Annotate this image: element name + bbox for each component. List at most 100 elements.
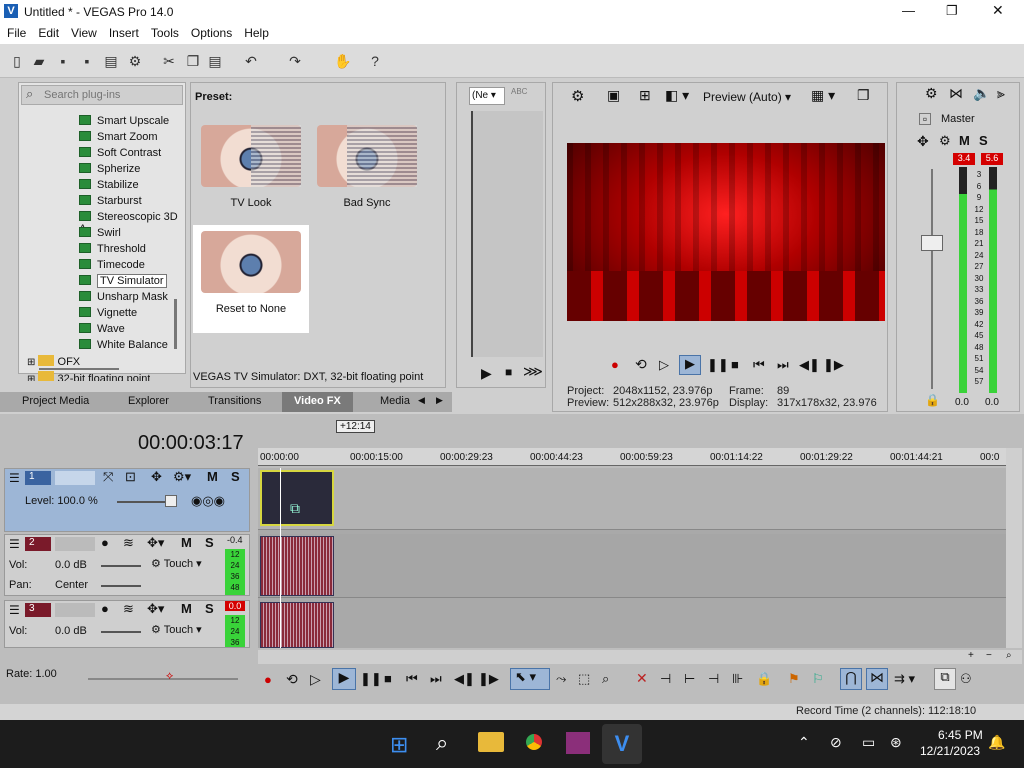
go-to-end-icon[interactable]: ⏭	[777, 357, 789, 373]
mute-button[interactable]: M	[181, 601, 192, 616]
audio-event-clip-3[interactable]	[260, 602, 334, 648]
master-fx-chain-icon[interactable]: ⚙	[939, 133, 951, 149]
volume-slider[interactable]	[101, 565, 141, 567]
plugin-item[interactable]: Smart Upscale	[79, 115, 169, 131]
overlay-icon[interactable]: ◧ ▾	[665, 87, 689, 104]
preview-quality-dropdown[interactable]: Preview (Auto) ▾	[703, 90, 791, 104]
track-fx-gear-icon[interactable]: ⚙▾	[173, 469, 191, 485]
next-frame-icon[interactable]: ❚▶	[823, 357, 844, 373]
playhead-cursor[interactable]	[280, 468, 281, 648]
grid-overlay-icon[interactable]: ▦ ▾	[811, 87, 835, 104]
cut-icon[interactable]: ✂	[160, 52, 178, 70]
event-fx-icon[interactable]: ⧉	[290, 500, 300, 517]
tree-folder-32bit[interactable]: ⊞ 32-bit floating point	[27, 371, 150, 381]
track-menu-icon[interactable]: ☰	[9, 537, 20, 551]
split-icon[interactable]: ⊪	[732, 671, 743, 687]
trimmer-loop-icon[interactable]: ⋙	[523, 363, 543, 380]
stop-icon[interactable]: ■	[731, 357, 739, 372]
plugin-item[interactable]: Swirl	[79, 227, 121, 243]
menu-tools[interactable]: Tools	[144, 24, 184, 40]
play-from-start-icon[interactable]: ▷	[659, 357, 669, 373]
track-header-video-1[interactable]: ☰ 1 ⤧ ⊡ ✥ ⚙▾ M S Level: 100.0 % ◉◎◉	[4, 468, 250, 532]
video-event-clip[interactable]: ⧉	[260, 470, 334, 526]
insert-marker-icon[interactable]: ⚑	[788, 671, 800, 687]
track-menu-icon[interactable]: ☰	[9, 471, 20, 485]
motion-icon[interactable]: ⤧	[103, 469, 113, 485]
track-name-field[interactable]	[55, 471, 95, 485]
go-to-start-icon[interactable]: ⏮	[406, 671, 418, 687]
plugin-item[interactable]: Starburst	[79, 195, 142, 211]
master-fader-handle[interactable]	[921, 235, 943, 251]
clock-time[interactable]: 6:45 PM	[938, 728, 983, 742]
tab-media[interactable]: Media	[380, 395, 410, 407]
file-explorer-icon[interactable]	[478, 732, 504, 752]
trim-start-icon[interactable]: ⊢	[684, 671, 695, 687]
master-solo-button[interactable]: S	[979, 133, 988, 148]
plugin-item[interactable]: Soft Contrast	[79, 147, 161, 163]
tab-explorer[interactable]: Explorer	[128, 395, 169, 407]
plugin-search-input[interactable]	[44, 88, 179, 102]
plugin-item-selected[interactable]: TV Simulator	[79, 274, 167, 291]
downmix-icon[interactable]: ⋈	[949, 85, 963, 102]
plugin-item[interactable]: Wave	[79, 323, 125, 339]
plugin-item[interactable]: Smart Zoom	[79, 131, 158, 147]
plugin-item[interactable]: Timecode	[79, 259, 145, 275]
trim-icon[interactable]: ⊣	[660, 671, 671, 687]
chrome-icon[interactable]	[522, 730, 546, 754]
trimmer-dropdown[interactable]: (Ne ▾	[469, 87, 505, 105]
track-name-field[interactable]	[55, 603, 95, 617]
track-header-audio-3[interactable]: ☰ 3 ● ≋ ✥▾ M S 0.0 12 24 36 Vol: 0.0 dB ⚙ …	[4, 600, 250, 648]
tab-transitions[interactable]: Transitions	[208, 395, 261, 407]
pan-crop-icon[interactable]: ⊡	[125, 469, 136, 485]
automation-icon[interactable]: ✥	[151, 469, 162, 485]
winrar-icon[interactable]	[566, 732, 590, 754]
preset-tv-look[interactable]: TV Look	[195, 119, 307, 227]
track-header-audio-2[interactable]: ☰ 2 ● ≋ ✥▾ M S -0.4 12 24 36 48 Vol: 0.0 dB…	[4, 534, 250, 596]
snapping-magnet-icon[interactable]: ⋂	[840, 668, 862, 690]
clock-date[interactable]: 12/21/2023	[920, 744, 980, 758]
plugin-item[interactable]: Threshold	[79, 243, 146, 259]
zoom-tool-icon[interactable]: ⌕	[602, 671, 609, 687]
automation-mode-dropdown[interactable]: ⚙ Touch ▾	[151, 623, 202, 636]
loop-playback-icon[interactable]: ⟲	[635, 356, 647, 373]
solo-button[interactable]: S	[231, 469, 240, 484]
redo-icon[interactable]: ↷	[286, 52, 304, 70]
undo-icon[interactable]: ↶	[242, 52, 260, 70]
plugin-item[interactable]: Spherize	[79, 163, 140, 179]
open-folder-icon[interactable]: ▰	[30, 52, 48, 70]
trimmer-abc-icon[interactable]: ABC	[511, 87, 527, 96]
normal-edit-tool-icon[interactable]: ⬉ ▾	[510, 668, 550, 690]
split-screen-icon[interactable]: ⊞	[639, 87, 651, 104]
master-lock-icon[interactable]: 🔒	[925, 393, 940, 407]
search-icon[interactable]: ⌕	[436, 730, 448, 756]
master-mute-button[interactable]: M	[959, 133, 970, 148]
next-frame-icon[interactable]: ❚▶	[478, 671, 499, 687]
solo-button[interactable]: S	[205, 601, 214, 616]
notification-bell-icon[interactable]: 🔔	[988, 734, 1005, 751]
close-button[interactable]: ✕	[992, 2, 1004, 19]
invert-phase-icon[interactable]: ≋	[123, 601, 134, 617]
trimmer-play-icon[interactable]: ▶	[481, 365, 492, 382]
menu-help[interactable]: Help	[237, 24, 274, 40]
save-icon[interactable]: ▪	[54, 52, 72, 70]
pause-icon[interactable]: ❚❚	[707, 357, 729, 373]
track-name-field[interactable]	[55, 537, 95, 551]
copy-snapshot-icon[interactable]: ❐	[857, 87, 870, 104]
help-icon[interactable]: ?	[366, 52, 384, 70]
tab-scroll-left-icon[interactable]: ◀	[418, 395, 425, 406]
play-icon[interactable]: ▶	[679, 355, 701, 375]
automation-icon[interactable]: ✥▾	[147, 601, 164, 617]
menu-view[interactable]: View	[64, 24, 102, 40]
new-file-icon[interactable]: ▯	[8, 52, 26, 70]
time-ruler[interactable]: 00:00:00 00:00:15:00 00:00:29:23 00:00:4…	[258, 448, 1008, 466]
expand-icon[interactable]: ⊞	[27, 357, 35, 368]
maximize-button[interactable]: ❐	[946, 3, 958, 19]
master-fx-icon[interactable]: ▫	[919, 113, 931, 125]
plugin-item[interactable]: Unsharp Mask	[79, 291, 168, 307]
selection-tool-icon[interactable]: ⬚	[578, 671, 590, 687]
ripple-edit-icon[interactable]: ⇉ ▾	[894, 671, 915, 687]
play-icon[interactable]: ▶	[332, 668, 356, 690]
mute-button[interactable]: M	[207, 469, 218, 484]
trim-end-icon[interactable]: ⊣	[708, 671, 719, 687]
timeline-tracks[interactable]: ⧉	[258, 468, 1006, 648]
